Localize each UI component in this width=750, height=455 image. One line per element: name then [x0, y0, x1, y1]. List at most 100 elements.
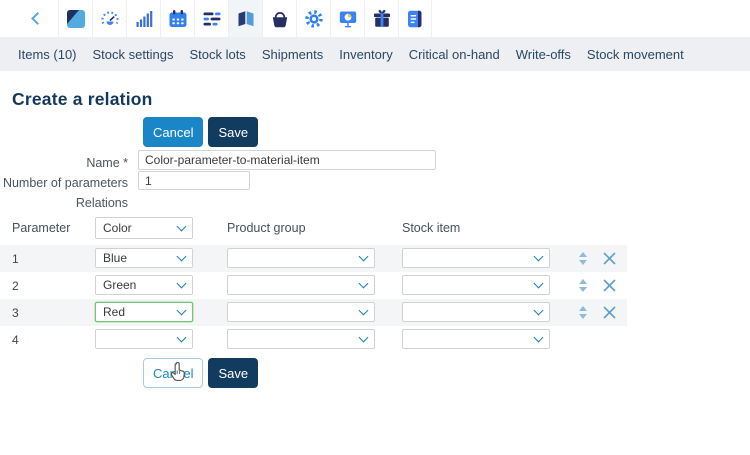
- relation-row-3: 3 Red: [0, 299, 627, 326]
- tab-items[interactable]: Items (10): [18, 47, 77, 62]
- gauge-icon: [100, 10, 119, 25]
- chevron-down-icon: [176, 251, 187, 261]
- back-button[interactable]: [16, 0, 58, 37]
- page-title: Create a relation: [12, 89, 153, 109]
- chevron-down-icon: [358, 251, 369, 261]
- app-toolbar: [0, 0, 750, 37]
- stock-item-select[interactable]: [402, 248, 550, 268]
- product-group-column-label: Product group: [227, 221, 306, 235]
- relation-row-2: 2 Green: [0, 272, 630, 299]
- bar-chart-icon: [136, 10, 152, 27]
- book-icon: [238, 10, 253, 26]
- row-number: 4: [12, 333, 19, 347]
- relations-label: Relations: [75, 196, 128, 210]
- cancel-button-top[interactable]: Cancel: [143, 117, 204, 147]
- chevron-down-icon: [533, 305, 544, 315]
- bottom-action-bar: Cancel Save: [143, 358, 259, 388]
- sort-down-icon: [579, 287, 587, 292]
- tab-stock-settings[interactable]: Stock settings: [93, 47, 174, 62]
- toolbar-item-purchases[interactable]: [262, 0, 296, 37]
- parameters-count-label: Number of parameters: [2, 176, 128, 190]
- sort-up-icon: [579, 252, 587, 257]
- sort-down-icon: [579, 314, 587, 319]
- gift-icon: [373, 9, 390, 27]
- chevron-down-icon: [533, 278, 544, 288]
- chevron-down-icon: [533, 251, 544, 261]
- top-action-bar: Cancel Save: [143, 117, 259, 147]
- basket-icon: [272, 11, 287, 27]
- toolbar-item-docs[interactable]: [398, 0, 432, 37]
- toolbar-item-reports[interactable]: [330, 0, 364, 37]
- parameter-select[interactable]: Red: [95, 302, 193, 322]
- parameter-value: Green: [103, 278, 137, 292]
- parameter-type-value: Color: [103, 221, 132, 235]
- presentation-icon: [339, 11, 356, 27]
- chevron-down-icon: [176, 305, 187, 315]
- parameter-select[interactable]: Blue: [95, 248, 193, 268]
- chevron-down-icon: [176, 278, 187, 288]
- tab-shipments[interactable]: Shipments: [262, 47, 323, 62]
- chevron-down-icon: [358, 305, 369, 315]
- product-group-select[interactable]: [227, 302, 375, 322]
- tab-write-offs[interactable]: Write-offs: [516, 47, 571, 62]
- parameter-column-label: Parameter: [12, 221, 71, 235]
- parameter-select[interactable]: Green: [95, 275, 193, 295]
- chevron-down-icon: [176, 221, 187, 231]
- product-group-select[interactable]: [227, 275, 375, 295]
- product-group-select[interactable]: [227, 248, 375, 268]
- product-group-select[interactable]: [227, 329, 375, 349]
- save-button-bottom[interactable]: Save: [208, 358, 259, 388]
- chevron-down-icon: [176, 332, 187, 342]
- toolbar-item-indicators[interactable]: [126, 0, 160, 37]
- name-input[interactable]: [138, 150, 436, 170]
- sort-down-icon: [579, 260, 587, 265]
- row-number: 1: [12, 252, 19, 266]
- cancel-button-bottom[interactable]: Cancel: [143, 358, 204, 388]
- section-nav: Items (10) Stock settings Stock lots Shi…: [0, 37, 750, 71]
- parameter-value: Blue: [103, 251, 128, 265]
- app-window: Items (10) Stock settings Stock lots Shi…: [0, 0, 750, 455]
- delete-row-button[interactable]: [602, 305, 617, 320]
- relation-row-1: 1 Blue: [0, 245, 627, 272]
- delete-row-button[interactable]: [602, 251, 617, 266]
- sort-up-icon: [579, 279, 587, 284]
- row-reorder-handle[interactable]: [578, 305, 588, 320]
- sort-up-icon: [579, 306, 587, 311]
- toolbar-item-settings[interactable]: [296, 0, 330, 37]
- gear-icon: [304, 9, 323, 28]
- toolbar-item-logo[interactable]: [58, 0, 92, 37]
- toolbar-item-stock-active[interactable]: [228, 0, 262, 37]
- parameters-count-input[interactable]: [138, 171, 250, 190]
- row-number: 3: [12, 306, 19, 320]
- row-reorder-handle[interactable]: [578, 251, 588, 266]
- toolbar-item-bonus[interactable]: [364, 0, 398, 37]
- relations-table-header: Parameter Color Product group Stock item: [0, 216, 630, 240]
- toolbar-item-calendar[interactable]: [160, 0, 194, 37]
- chevron-left-icon: [30, 12, 44, 25]
- chevron-down-icon: [358, 332, 369, 342]
- tab-critical-on-hand[interactable]: Critical on-hand: [409, 47, 500, 62]
- stock-item-column-label: Stock item: [402, 221, 461, 235]
- toolbar-item-dashboard[interactable]: [92, 0, 126, 37]
- save-button-top[interactable]: Save: [208, 117, 259, 147]
- logo-diagonal-icon: [66, 9, 85, 28]
- tab-inventory[interactable]: Inventory: [339, 47, 392, 62]
- tab-stock-lots[interactable]: Stock lots: [189, 47, 245, 62]
- parameter-value: Red: [103, 305, 126, 319]
- row-number: 2: [12, 279, 19, 293]
- close-icon: [603, 306, 616, 319]
- stock-item-select[interactable]: [402, 329, 550, 349]
- calendar-icon: [169, 9, 186, 27]
- tab-stock-movement[interactable]: Stock movement: [587, 47, 684, 62]
- parameter-type-select[interactable]: Color: [95, 217, 193, 239]
- delete-row-button[interactable]: [602, 278, 617, 293]
- notebook-icon: [408, 10, 422, 27]
- parameter-select[interactable]: [95, 329, 193, 349]
- chevron-down-icon: [533, 332, 544, 342]
- row-reorder-handle[interactable]: [578, 278, 588, 293]
- name-label: Name *: [86, 156, 128, 170]
- toolbar-item-tasks[interactable]: [194, 0, 228, 37]
- stock-item-select[interactable]: [402, 275, 550, 295]
- stock-item-select[interactable]: [402, 302, 550, 322]
- close-icon: [603, 252, 616, 265]
